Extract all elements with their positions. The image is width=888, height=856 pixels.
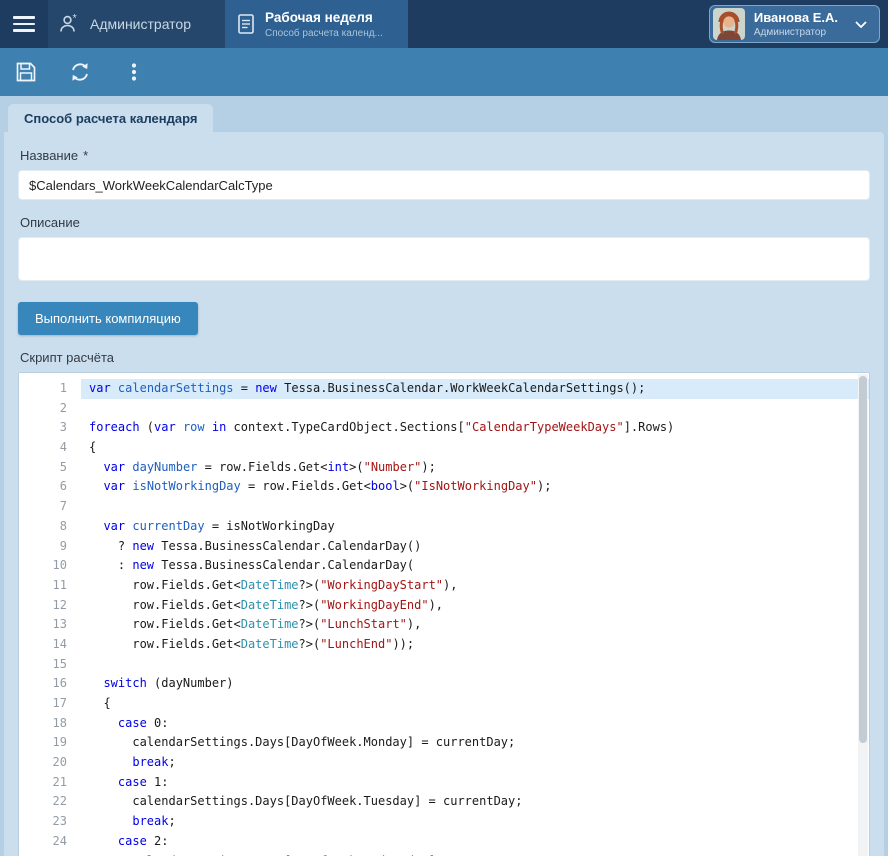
tab-administrator[interactable]: * Администратор — [48, 0, 225, 48]
code-lines[interactable]: var calendarSettings = new Tessa.Busines… — [81, 373, 869, 856]
line-number: 15 — [19, 655, 67, 675]
line-number: 17 — [19, 694, 67, 714]
editor-scrollbar[interactable] — [858, 374, 868, 856]
user-asterisk-icon: * — [58, 13, 80, 35]
line-number: 23 — [19, 812, 67, 832]
active-tab-subtitle: Способ расчета календ... — [265, 28, 383, 39]
code-line[interactable]: { — [81, 694, 869, 714]
code-line[interactable]: case 1: — [81, 773, 869, 793]
code-line[interactable]: { — [81, 438, 869, 458]
user-name: Иванова Е.А. — [754, 10, 838, 25]
document-icon — [237, 13, 255, 35]
compile-button[interactable]: Выполнить компиляцию — [18, 302, 198, 335]
kebab-menu-icon[interactable] — [120, 58, 148, 86]
top-bar: * Администратор Рабочая неделя Способ ра… — [0, 0, 888, 48]
line-number: 16 — [19, 674, 67, 694]
code-line[interactable]: var dayNumber = row.Fields.Get<int>("Num… — [81, 458, 869, 478]
line-number: 11 — [19, 576, 67, 596]
code-line[interactable]: row.Fields.Get<DateTime?>("LunchStart"), — [81, 615, 869, 635]
chevron-down-icon — [855, 21, 867, 28]
line-number: 4 — [19, 438, 67, 458]
line-number: 14 — [19, 635, 67, 655]
tab-working-week[interactable]: Рабочая неделя Способ расчета календ... — [225, 0, 408, 48]
code-line[interactable]: break; — [81, 812, 869, 832]
code-line[interactable]: switch (dayNumber) — [81, 674, 869, 694]
user-menu[interactable]: Иванова Е.А. Администратор — [709, 5, 880, 43]
code-line[interactable]: case 0: — [81, 714, 869, 734]
code-line[interactable] — [81, 399, 869, 419]
save-icon[interactable] — [12, 58, 40, 86]
code-line[interactable]: row.Fields.Get<DateTime?>("WorkingDayEnd… — [81, 596, 869, 616]
line-number: 19 — [19, 733, 67, 753]
user-role: Администратор — [754, 27, 838, 38]
tab-calendar-calc-method[interactable]: Способ расчета календаря — [8, 104, 213, 132]
line-number: 9 — [19, 537, 67, 557]
code-line[interactable]: var isNotWorkingDay = row.Fields.Get<boo… — [81, 477, 869, 497]
editor-scrollbar-thumb[interactable] — [859, 376, 867, 743]
avatar — [713, 8, 745, 40]
name-label: Название* — [20, 148, 868, 163]
line-number: 13 — [19, 615, 67, 635]
svg-text:*: * — [73, 13, 78, 25]
code-line[interactable]: case 2: — [81, 832, 869, 852]
code-line[interactable] — [81, 497, 869, 517]
administrator-tab-label: Администратор — [90, 16, 191, 32]
line-number: 21 — [19, 773, 67, 793]
code-line[interactable]: row.Fields.Get<DateTime?>("LunchEnd")); — [81, 635, 869, 655]
card-panel: Название* Описание Выполнить компиляцию … — [4, 132, 884, 856]
line-number: 10 — [19, 556, 67, 576]
line-number: 5 — [19, 458, 67, 478]
code-line[interactable]: : new Tessa.BusinessCalendar.CalendarDay… — [81, 556, 869, 576]
line-number: 18 — [19, 714, 67, 734]
required-mark: * — [83, 148, 88, 163]
content-area: Способ расчета календаря Название* Описа… — [0, 96, 888, 856]
code-gutter: 1234567891011121314151617181920212223242… — [19, 373, 81, 856]
hamburger-menu-icon[interactable] — [0, 0, 48, 48]
code-line[interactable]: break; — [81, 753, 869, 773]
code-line[interactable]: var currentDay = isNotWorkingDay — [81, 517, 869, 537]
line-number: 25 — [19, 852, 67, 856]
code-line[interactable]: var calendarSettings = new Tessa.Busines… — [81, 379, 869, 399]
line-number: 6 — [19, 477, 67, 497]
line-number: 8 — [19, 517, 67, 537]
line-number: 1 — [19, 379, 67, 399]
refresh-icon[interactable] — [66, 58, 94, 86]
card-toolbar — [0, 48, 888, 96]
description-input[interactable] — [18, 237, 870, 281]
code-line[interactable]: row.Fields.Get<DateTime?>("WorkingDaySta… — [81, 576, 869, 596]
script-code-editor[interactable]: 1234567891011121314151617181920212223242… — [18, 372, 870, 856]
line-number: 2 — [19, 399, 67, 419]
line-number: 12 — [19, 596, 67, 616]
code-line[interactable]: calendarSettings.Days[DayOfWeek.Monday] … — [81, 733, 869, 753]
description-label: Описание — [20, 215, 868, 230]
name-input[interactable] — [18, 170, 870, 200]
active-tab-title: Рабочая неделя — [265, 10, 383, 25]
line-number: 20 — [19, 753, 67, 773]
code-line[interactable]: calendarSettings.Days[DayOfWeek.Tuesday]… — [81, 792, 869, 812]
code-line[interactable] — [81, 655, 869, 675]
script-label: Скрипт расчёта — [20, 350, 868, 365]
code-line[interactable]: ? new Tessa.BusinessCalendar.CalendarDay… — [81, 537, 869, 557]
line-number: 7 — [19, 497, 67, 517]
code-line[interactable]: calendarSettings.Days[DayOfWeek.Wednesda… — [81, 852, 869, 856]
code-line[interactable]: foreach (var row in context.TypeCardObje… — [81, 418, 869, 438]
line-number: 22 — [19, 792, 67, 812]
line-number: 24 — [19, 832, 67, 852]
line-number: 3 — [19, 418, 67, 438]
